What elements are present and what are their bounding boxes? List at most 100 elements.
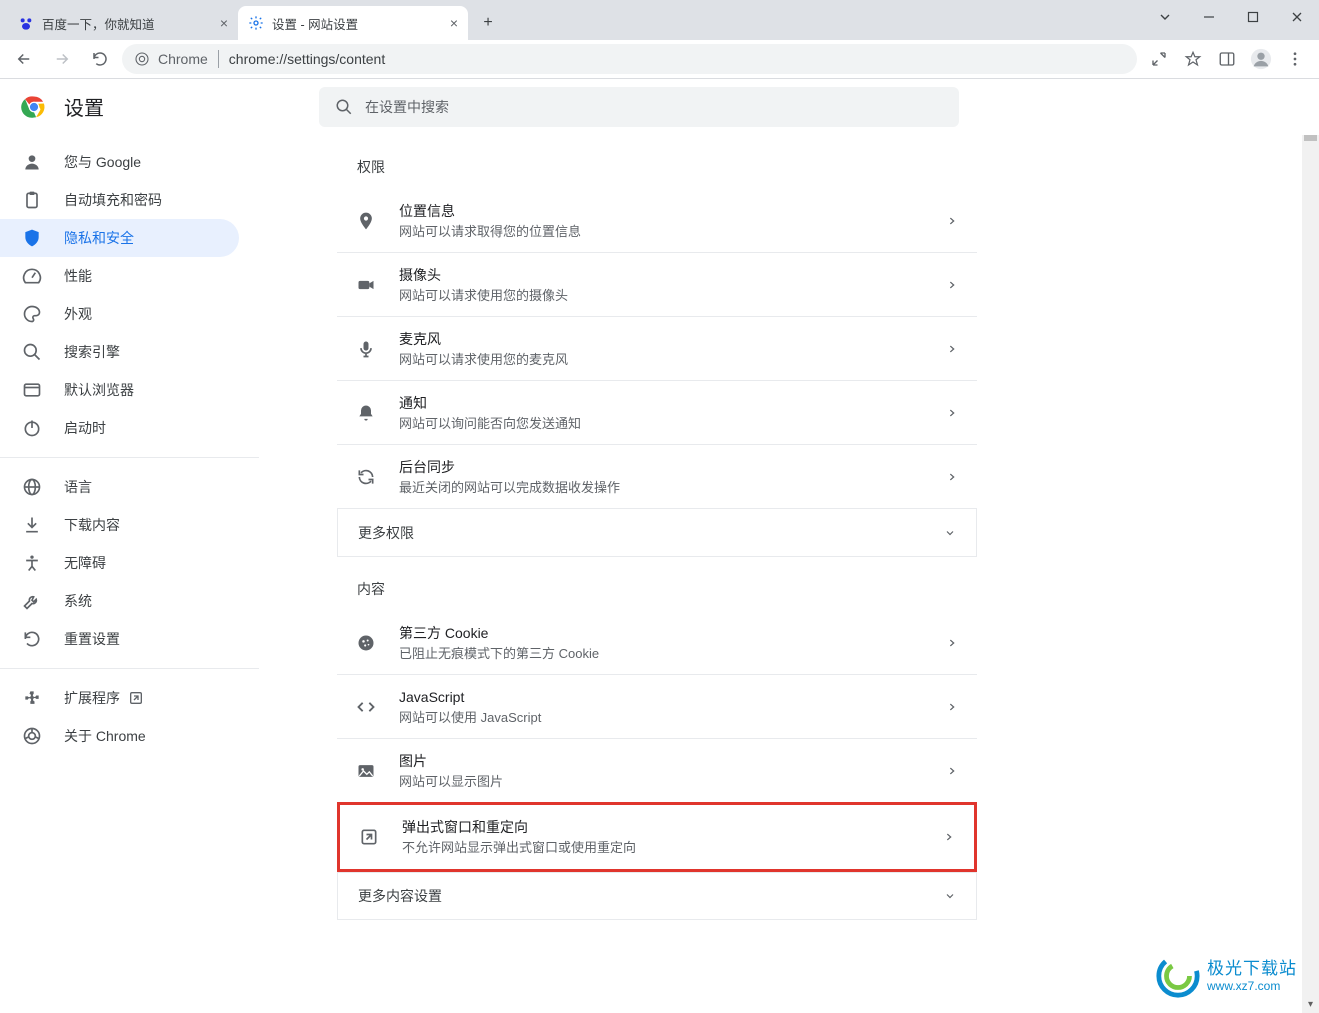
browser-tab-strip: 百度一下，你就知道 × 设置 - 网站设置 × + bbox=[0, 0, 1319, 40]
maximize-button[interactable] bbox=[1231, 2, 1275, 32]
sidepanel-icon[interactable] bbox=[1211, 43, 1243, 75]
address-bar[interactable]: Chrome chrome://settings/content bbox=[122, 44, 1137, 74]
sidebar-item-palette[interactable]: 外观 bbox=[0, 295, 239, 333]
setting-row-camera[interactable]: 摄像头网站可以请求使用您的摄像头 bbox=[337, 253, 977, 317]
browser-tab-settings[interactable]: 设置 - 网站设置 × bbox=[238, 6, 468, 40]
sidebar-item-power[interactable]: 启动时 bbox=[0, 409, 239, 447]
sidebar-item-label: 启动时 bbox=[64, 418, 106, 438]
bell-icon bbox=[355, 402, 377, 424]
setting-row-location[interactable]: 位置信息网站可以请求取得您的位置信息 bbox=[337, 189, 977, 253]
menu-icon[interactable] bbox=[1279, 43, 1311, 75]
chrome-logo-icon bbox=[20, 93, 48, 121]
share-icon[interactable] bbox=[1143, 43, 1175, 75]
sidebar-item-a11y[interactable]: 无障碍 bbox=[0, 544, 239, 582]
settings-page: 设置 在设置中搜索 您与 Google自动填充和密码隐私和安全性能外观搜索引擎默… bbox=[0, 79, 1319, 1013]
reload-button[interactable] bbox=[84, 43, 116, 75]
row-title: 麦克风 bbox=[399, 328, 947, 350]
setting-row-bell[interactable]: 通知网站可以询问能否向您发送通知 bbox=[337, 381, 977, 445]
sidebar-item-label: 扩展程序 bbox=[64, 688, 120, 708]
sidebar-item-wrench[interactable]: 系统 bbox=[0, 582, 239, 620]
back-button[interactable] bbox=[8, 43, 40, 75]
tab-title: 百度一下，你就知道 bbox=[42, 14, 155, 33]
reset-icon bbox=[22, 629, 42, 649]
sidebar-item-clipboard[interactable]: 自动填充和密码 bbox=[0, 181, 239, 219]
setting-row-sync[interactable]: 后台同步最近关闭的网站可以完成数据收发操作 bbox=[337, 445, 977, 509]
sidebar-item-globe[interactable]: 语言 bbox=[0, 468, 239, 506]
sidebar-item-label: 语言 bbox=[64, 477, 92, 497]
sidebar-item-shield[interactable]: 隐私和安全 bbox=[0, 219, 239, 257]
setting-row-mic[interactable]: 麦克风网站可以请求使用您的麦克风 bbox=[337, 317, 977, 381]
sidebar-item-label: 关于 Chrome bbox=[64, 726, 146, 746]
download-icon bbox=[22, 515, 42, 535]
chevron-right-icon bbox=[947, 408, 957, 418]
sidebar-item-search[interactable]: 搜索引擎 bbox=[0, 333, 239, 371]
sidebar-item-person[interactable]: 您与 Google bbox=[0, 143, 239, 181]
chevron-down-icon bbox=[944, 527, 956, 539]
row-title: JavaScript bbox=[399, 686, 947, 708]
sidebar-item-label: 隐私和安全 bbox=[64, 228, 134, 248]
chevron-right-icon bbox=[947, 702, 957, 712]
profile-icon[interactable] bbox=[1245, 43, 1277, 75]
close-icon[interactable]: × bbox=[450, 15, 458, 31]
setting-row-popups[interactable]: 弹出式窗口和重定向 不允许网站显示弹出式窗口或使用重定向 bbox=[340, 805, 974, 869]
chevron-down-icon bbox=[944, 890, 956, 902]
a11y-icon bbox=[22, 553, 42, 573]
row-sub: 不允许网站显示弹出式窗口或使用重定向 bbox=[402, 838, 944, 858]
popup-icon bbox=[358, 826, 380, 848]
row-sub: 网站可以显示图片 bbox=[399, 772, 947, 792]
sidebar-item-label: 默认浏览器 bbox=[64, 380, 134, 400]
scroll-down-icon[interactable]: ▾ bbox=[1302, 996, 1319, 1013]
sidebar-item-speed[interactable]: 性能 bbox=[0, 257, 239, 295]
chevron-down-icon[interactable] bbox=[1143, 2, 1187, 32]
chrome-icon bbox=[22, 726, 42, 746]
setting-row-image[interactable]: 图片网站可以显示图片 bbox=[337, 739, 977, 803]
row-sub: 网站可以请求取得您的位置信息 bbox=[399, 222, 947, 242]
close-window-button[interactable] bbox=[1275, 2, 1319, 32]
sidebar-item-label: 下载内容 bbox=[64, 515, 120, 535]
search-icon bbox=[22, 342, 42, 362]
section-label-permissions: 权限 bbox=[337, 135, 977, 189]
divider bbox=[218, 50, 219, 68]
minimize-button[interactable] bbox=[1187, 2, 1231, 32]
chevron-right-icon bbox=[947, 766, 957, 776]
sidebar-item-label: 您与 Google bbox=[64, 152, 141, 172]
row-sub: 网站可以请求使用您的麦克风 bbox=[399, 350, 947, 370]
sidebar-item-reset[interactable]: 重置设置 bbox=[0, 620, 239, 658]
more-permissions-row[interactable]: 更多权限 bbox=[337, 509, 977, 557]
sidebar-separator bbox=[0, 457, 259, 458]
sidebar-item-label: 重置设置 bbox=[64, 629, 120, 649]
row-sub: 网站可以使用 JavaScript bbox=[399, 708, 947, 728]
more-content-row[interactable]: 更多内容设置 bbox=[337, 872, 977, 920]
browser-icon bbox=[22, 380, 42, 400]
settings-main: 权限 位置信息网站可以请求取得您的位置信息摄像头网站可以请求使用您的摄像头麦克风… bbox=[259, 135, 1319, 1013]
tab-title: 设置 - 网站设置 bbox=[272, 14, 358, 33]
setting-row-cookie[interactable]: 第三方 Cookie已阻止无痕模式下的第三方 Cookie bbox=[337, 611, 977, 675]
chevron-right-icon bbox=[947, 280, 957, 290]
watermark-url: www.xz7.com bbox=[1207, 979, 1297, 993]
browser-tab-baidu[interactable]: 百度一下，你就知道 × bbox=[8, 6, 238, 40]
settings-search-input[interactable]: 在设置中搜索 bbox=[319, 87, 959, 127]
sidebar-item-puzzle[interactable]: 扩展程序 bbox=[0, 679, 239, 717]
forward-button[interactable] bbox=[46, 43, 78, 75]
close-icon[interactable]: × bbox=[220, 15, 228, 31]
vertical-scrollbar[interactable]: ▴ ▾ bbox=[1302, 79, 1319, 1013]
sidebar-item-label: 无障碍 bbox=[64, 553, 106, 573]
setting-row-code[interactable]: JavaScript网站可以使用 JavaScript bbox=[337, 675, 977, 739]
external-link-icon bbox=[128, 690, 144, 706]
chevron-right-icon bbox=[947, 216, 957, 226]
cookie-icon bbox=[355, 632, 377, 654]
chrome-icon bbox=[134, 51, 150, 67]
browser-toolbar: Chrome chrome://settings/content bbox=[0, 40, 1319, 79]
chevron-right-icon bbox=[947, 344, 957, 354]
sidebar-item-chrome[interactable]: 关于 Chrome bbox=[0, 717, 239, 755]
popup-redirect-highlight: 弹出式窗口和重定向 不允许网站显示弹出式窗口或使用重定向 bbox=[337, 802, 977, 872]
new-tab-button[interactable]: + bbox=[474, 9, 502, 37]
camera-icon bbox=[355, 274, 377, 296]
chevron-right-icon bbox=[947, 472, 957, 482]
more-permissions-label: 更多权限 bbox=[358, 523, 414, 543]
search-placeholder: 在设置中搜索 bbox=[365, 97, 449, 117]
sidebar-item-label: 搜索引擎 bbox=[64, 342, 120, 362]
sidebar-item-download[interactable]: 下载内容 bbox=[0, 506, 239, 544]
sidebar-item-browser[interactable]: 默认浏览器 bbox=[0, 371, 239, 409]
bookmark-icon[interactable] bbox=[1177, 43, 1209, 75]
